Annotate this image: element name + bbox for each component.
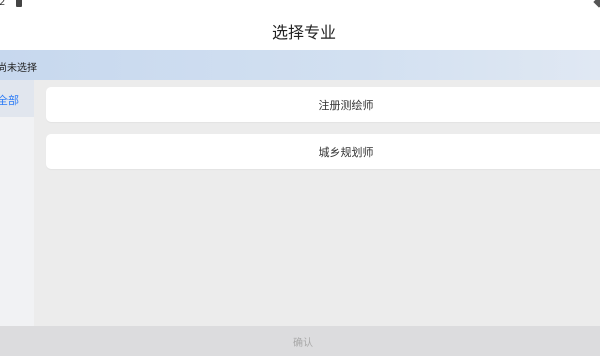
- confirm-button-label: 确认: [293, 337, 313, 349]
- major-item-surveying[interactable]: 注册测绘师: [46, 87, 600, 122]
- major-list: 注册测绘师 城乡规划师: [34, 80, 600, 326]
- selected-majors-text: 尚未选择: [0, 63, 37, 74]
- major-item-urban-planning[interactable]: 城乡规划师: [46, 134, 600, 169]
- page-title: 选择专业: [271, 23, 336, 42]
- major-item-label: 注册测绘师: [318, 98, 374, 112]
- major-item-label: 城乡规划师: [318, 145, 374, 159]
- confirm-button[interactable]: 确认: [0, 326, 600, 356]
- sim-card-icon: [16, 0, 22, 7]
- status-bar: 2: [0, 0, 600, 12]
- select-major-screen: 2 选择专业 尚未选择 全部 注册测绘师 城乡规划师 确认: [0, 0, 600, 356]
- selected-majors-bar: 尚未选择: [0, 50, 600, 80]
- signal-icon: [593, 0, 600, 8]
- sidebar-item-all[interactable]: 全部: [0, 80, 34, 117]
- title-bar: 选择专业: [0, 12, 600, 50]
- sidebar-item-label: 全部: [0, 94, 19, 107]
- category-sidebar: 全部: [0, 80, 34, 326]
- status-time: 2: [0, 0, 6, 8]
